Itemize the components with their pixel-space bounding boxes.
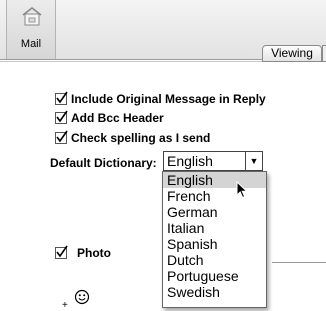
tab-next[interactable] xyxy=(322,45,326,62)
add-bcc-label: Add Bcc Header xyxy=(71,111,164,125)
photo-row[interactable]: Photo xyxy=(55,245,111,260)
dictionary-dropdown-menu[interactable]: English French German Italian Spanish Du… xyxy=(162,171,267,308)
dictionary-option-french[interactable]: French xyxy=(163,188,266,204)
mouse-cursor-icon xyxy=(236,181,248,199)
check-spelling-checkbox[interactable] xyxy=(55,130,68,144)
chevron-down-icon[interactable]: ▼ xyxy=(245,152,262,170)
add-bcc-checkbox[interactable] xyxy=(55,110,68,124)
dictionary-option-dutch[interactable]: Dutch xyxy=(163,252,266,268)
checkmark-icon xyxy=(56,245,68,258)
photo-label: Photo xyxy=(77,246,111,260)
list-border xyxy=(272,262,326,263)
dictionary-option-italian[interactable]: Italian xyxy=(163,220,266,236)
checkmark-icon xyxy=(56,110,68,123)
dictionary-option-spanish[interactable]: Spanish xyxy=(163,236,266,252)
plus-icon[interactable]: + xyxy=(62,300,68,311)
dictionary-option-swedish[interactable]: Swedish xyxy=(163,284,266,300)
tab-viewing[interactable]: Viewing xyxy=(262,45,322,62)
checkmark-icon xyxy=(56,130,68,143)
check-spelling-label: Check spelling as I send xyxy=(71,131,211,145)
include-original-row[interactable]: Include Original Message in Reply xyxy=(55,91,266,106)
mail-house-icon xyxy=(22,7,42,26)
mail-label: Mail xyxy=(20,38,42,50)
smiley-icon xyxy=(74,289,90,305)
dictionary-select[interactable]: English ▼ xyxy=(163,151,263,171)
dictionary-option-english[interactable]: English xyxy=(163,172,266,188)
dictionary-option-portuguese[interactable]: Portuguese xyxy=(163,268,266,284)
include-original-label: Include Original Message in Reply xyxy=(71,92,266,106)
mail-toolbar-button[interactable]: Mail xyxy=(6,0,56,59)
add-bcc-row[interactable]: Add Bcc Header xyxy=(55,110,164,125)
photo-checkbox[interactable] xyxy=(55,245,68,259)
check-spelling-row[interactable]: Check spelling as I send xyxy=(55,130,211,145)
dictionary-selected-value: English xyxy=(167,153,213,169)
default-dictionary-label: Default Dictionary: xyxy=(50,156,157,170)
checkmark-icon xyxy=(56,91,68,104)
dictionary-option-german[interactable]: German xyxy=(163,204,266,220)
include-original-checkbox[interactable] xyxy=(55,91,68,105)
